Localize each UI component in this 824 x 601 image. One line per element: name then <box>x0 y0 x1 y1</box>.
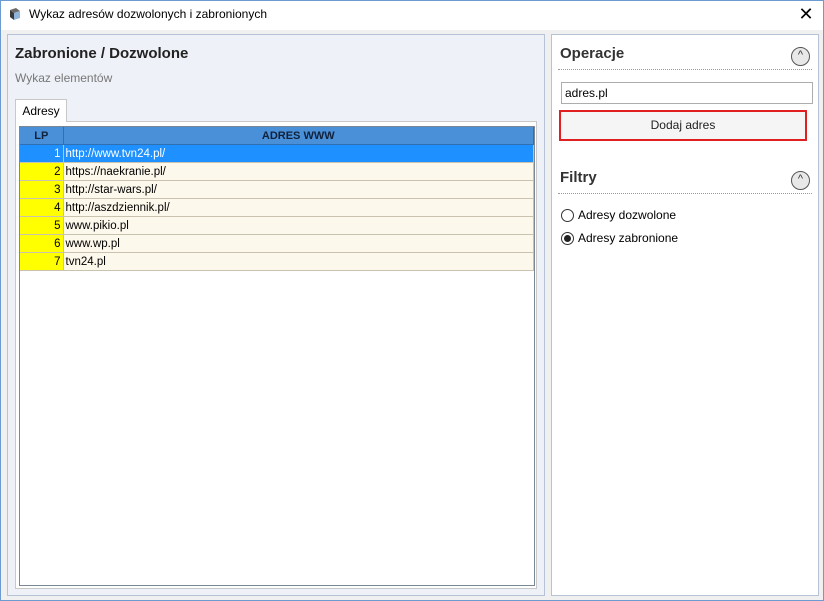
list-panel: Zabronione / Dozwolone Wykaz elementów A… <box>7 34 545 596</box>
operations-title: Operacje <box>560 45 625 62</box>
table-row[interactable]: 6 www.wp.pl <box>20 234 534 253</box>
divider <box>558 69 812 70</box>
address-grid[interactable]: LP ADRES WWW 1 http://www.tvn24.pl/2 https… <box>19 126 535 586</box>
filters-title: Filtry <box>560 169 597 186</box>
table-row[interactable]: 4 http://aszdziennik.pl/ <box>20 198 534 217</box>
filters-collapse-button[interactable]: ^ <box>791 171 810 190</box>
side-panel: Operacje ^ Dodaj adres Filtry ^ Adresy d… <box>551 34 819 596</box>
table-row[interactable]: 1 http://www.tvn24.pl/ <box>20 144 534 163</box>
address-input[interactable] <box>561 82 813 104</box>
client-area: Zabronione / Dozwolone Wykaz elementów A… <box>1 30 823 600</box>
cell-lp[interactable]: 6 <box>20 234 64 253</box>
cell-lp[interactable]: 4 <box>20 198 64 217</box>
chevron-up-icon: ^ <box>797 49 804 61</box>
cell-lp[interactable]: 2 <box>20 162 64 181</box>
radio-allowed[interactable]: Adresy dozwolone <box>561 208 676 224</box>
table-row[interactable]: 7 tvn24.pl <box>20 252 534 271</box>
chevron-up-icon: ^ <box>797 173 804 185</box>
cell-url[interactable]: http://star-wars.pl/ <box>63 180 534 199</box>
cell-url[interactable]: www.wp.pl <box>63 234 534 253</box>
cell-lp[interactable]: 1 <box>20 144 64 163</box>
radio-label: Adresy zabronione <box>578 231 679 245</box>
tab-content: LP ADRES WWW 1 http://www.tvn24.pl/2 https… <box>15 121 537 589</box>
table-header-row: LP ADRES WWW <box>20 127 534 145</box>
radio-label: Adresy dozwolone <box>578 208 677 222</box>
tab-adresy[interactable]: Adresy <box>15 99 67 122</box>
cell-url[interactable]: http://aszdziennik.pl/ <box>63 198 534 217</box>
cell-lp[interactable]: 7 <box>20 252 64 271</box>
radio-blocked[interactable]: Adresy zabronione <box>561 231 678 247</box>
column-header-lp[interactable]: LP <box>20 127 64 145</box>
app-icon <box>10 8 20 20</box>
radio-button-icon <box>561 209 574 223</box>
operations-collapse-button[interactable]: ^ <box>791 47 810 66</box>
cell-url[interactable]: www.pikio.pl <box>63 216 534 235</box>
cell-lp[interactable]: 3 <box>20 180 64 199</box>
panel-title: Zabronione / Dozwolone <box>15 45 189 62</box>
address-table: LP ADRES WWW 1 http://www.tvn24.pl/2 https… <box>20 127 534 271</box>
table-row[interactable]: 2 https://naekranie.pl/ <box>20 162 534 181</box>
divider <box>558 193 812 194</box>
close-button[interactable]: ✕ <box>789 1 823 29</box>
close-icon: ✕ <box>798 4 814 24</box>
window-title: Wykaz adresów dozwolonych i zabronionych <box>29 7 268 21</box>
cell-lp[interactable]: 5 <box>20 216 64 235</box>
app-window: Wykaz adresów dozwolonych i zabronionych… <box>0 0 824 601</box>
radio-button-checked-icon <box>561 232 574 246</box>
add-address-button[interactable]: Dodaj adres <box>559 110 807 141</box>
table-row[interactable]: 3 http://star-wars.pl/ <box>20 180 534 199</box>
cell-url[interactable]: http://www.tvn24.pl/ <box>63 144 534 163</box>
column-header-url[interactable]: ADRES WWW <box>63 127 534 145</box>
cell-url[interactable]: tvn24.pl <box>63 252 534 271</box>
table-row[interactable]: 5 www.pikio.pl <box>20 216 534 235</box>
panel-subtitle: Wykaz elementów <box>15 71 113 85</box>
cell-url[interactable]: https://naekranie.pl/ <box>63 162 534 181</box>
title-bar[interactable]: Wykaz adresów dozwolonych i zabronionych… <box>1 1 823 29</box>
